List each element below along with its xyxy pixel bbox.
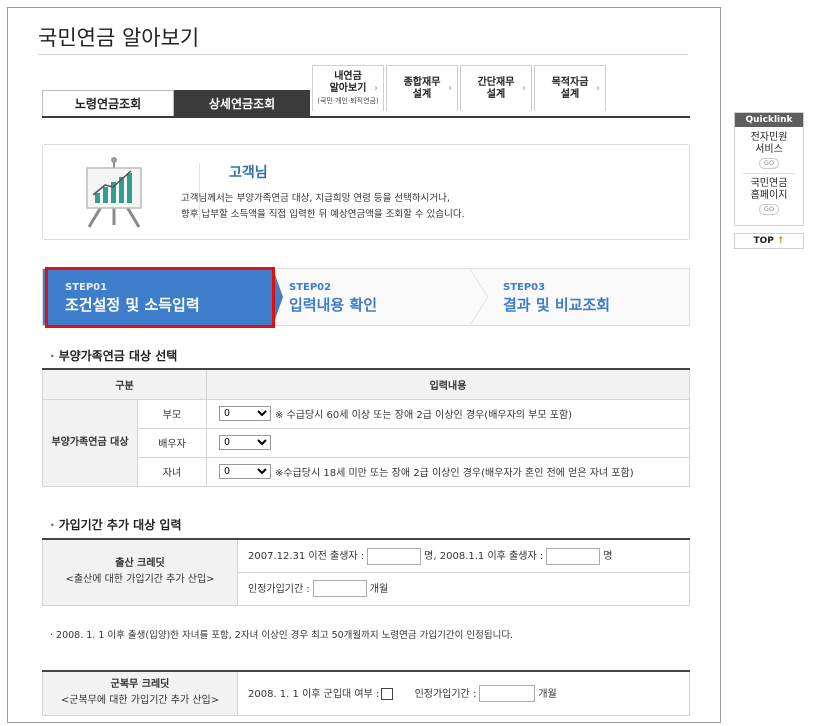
highlight-box: [45, 267, 275, 328]
tab-sub-label: (국민·개인·퇴직연금): [317, 96, 379, 105]
birth-period-label: 인정가입기간 :: [248, 583, 310, 595]
birth-before-label: 2007.12.31 이전 출생자 :: [248, 551, 365, 562]
birth-credit-subtitle: <출산에 대한 가입기간 추가 산입>: [65, 574, 215, 586]
birth-after-unit: 명: [603, 551, 613, 562]
head-input: 입력내용: [206, 368, 690, 400]
top-button[interactable]: TOP ↑: [734, 233, 804, 249]
main-frame: 국민연금 알아보기 노령연금조회 상세연금조회 내연금 알아보기 (국민·개인·…: [7, 7, 721, 723]
row-parents: 0 ※ 수급당시 60세 이상 또는 장애 2급 이상인 경우(배우자의 부모 포…: [206, 398, 690, 429]
birth-credit-title: 출산 크레딧: [115, 558, 165, 570]
chevron-right-icon: ›: [448, 83, 452, 94]
birth-after-input[interactable]: [546, 547, 601, 565]
birth-period-input[interactable]: [312, 580, 367, 598]
military-period-unit: 개월: [538, 688, 557, 700]
tab-total-finance[interactable]: 종합재무 설계 ›: [386, 65, 458, 111]
section-title-credits: · 가입기간 추가 대상 입력: [50, 518, 182, 532]
tab-purpose-fund[interactable]: 목적자금 설계 ›: [534, 65, 606, 111]
birth-before-input[interactable]: [367, 547, 422, 565]
info-title: 고객님: [229, 165, 268, 181]
birth-period-unit: 개월: [369, 583, 389, 595]
tab-my-pension[interactable]: 내연금 알아보기 (국민·개인·퇴직연금) ›: [312, 65, 384, 111]
military-credit-table: 군복무 크레딧 <군복무에 대한 가입기간 추가 산입> 2008. 1. 1 …: [42, 670, 690, 716]
quicklink-e-civil[interactable]: 전자민원 서비스 GO: [735, 132, 803, 169]
military-period-label: 인정가입기간 :: [414, 688, 477, 700]
birth-credit-table: 출산 크레딧 <출산에 대한 가입기간 추가 산입> 2007.12.31 이전…: [42, 538, 690, 606]
tab-label-line2: 설계: [486, 88, 506, 100]
section-title-dependents: · 부양가족연금 대상 선택: [50, 349, 178, 363]
birth-count-row: 2007.12.31 이전 출생자 : 명, 2008.1.1 이후 출생자 : 명: [237, 538, 690, 573]
birth-after-label: 2008.1.1 이후 출생자 :: [439, 551, 544, 562]
page-title: 국민연금 알아보기: [38, 26, 200, 50]
spouse-select[interactable]: 0: [219, 435, 271, 450]
step-3-number: STEP03: [503, 282, 546, 293]
military-credit-category: 군복무 크레딧 <군복무에 대한 가입기간 추가 산입>: [42, 670, 238, 716]
tab-detail-pension[interactable]: 상세연금조회: [174, 90, 310, 116]
quicklink-separator: [743, 173, 795, 174]
dependents-category: 부양가족연금 대상: [42, 398, 138, 487]
children-note: ※수급당시 18세 미만 또는 장애 2급 이상인 경우(배우자가 혼인 전에 …: [275, 468, 634, 479]
chevron-right-icon: ›: [596, 83, 600, 94]
row-label-parents: 부모: [137, 398, 207, 429]
chevron-right-icon: ›: [522, 83, 526, 94]
military-row: 2008. 1. 1 이후 군입대 여부 : 인정가입기간 : 개월: [237, 670, 690, 716]
info-line-1: 고객님께서는 부양가족연금 대상, 지급희망 연령 등을 선택하시거나,: [181, 193, 450, 204]
birth-before-unit: 명,: [424, 551, 437, 562]
title-divider: [38, 54, 688, 55]
birth-period-row: 인정가입기간 : 개월: [237, 571, 690, 606]
go-button[interactable]: GO: [758, 204, 780, 215]
birth-credit-category: 출산 크레딧 <출산에 대한 가입기간 추가 산입>: [42, 538, 238, 606]
children-select[interactable]: 0: [219, 464, 271, 479]
step-2-name: 입력내용 확인: [289, 296, 378, 314]
row-label-spouse: 배우자: [137, 427, 207, 458]
tab-simple-finance[interactable]: 간단재무 설계 ›: [460, 65, 532, 111]
military-period-input[interactable]: [479, 685, 536, 702]
tab-label-line2: 설계: [412, 88, 432, 100]
go-button[interactable]: GO: [758, 158, 780, 169]
tab-label-line2: 설계: [560, 88, 580, 100]
step-3-name: 결과 및 비교조회: [503, 296, 611, 314]
chevron-right-icon: ›: [374, 83, 378, 94]
tab-label-line1: 내연금: [334, 70, 362, 82]
quicklink-homepage[interactable]: 국민연금 홈페이지 GO: [735, 178, 803, 215]
tab-label-line1: 간단재무: [477, 76, 515, 88]
military-enlist-label: 2008. 1. 1 이후 군입대 여부 :: [248, 688, 380, 700]
info-line-2: 향후 납부할 소득액을 직접 입력한 뒤 예상연금액을 조회할 수 있습니다.: [181, 209, 465, 220]
row-label-children: 자녀: [137, 456, 207, 487]
info-box: 고객님 고객님께서는 부양가족연금 대상, 지급희망 연령 등을 선택하시거나,…: [42, 144, 690, 240]
tab-underline: [42, 116, 690, 118]
tab-basic-pension[interactable]: 노령연금조회: [42, 90, 174, 116]
tab-label-line1: 목적자금: [551, 76, 589, 88]
row-children: 0 ※수급당시 18세 미만 또는 장애 2급 이상인 경우(배우자가 혼인 전에…: [206, 456, 690, 487]
tab-label-line1: 종합재무: [403, 76, 441, 88]
head-category: 구분: [42, 368, 207, 400]
arrow-up-icon: ↑: [776, 236, 785, 246]
dependents-table: 구분 입력내용 부양가족연금 대상 부모 0 ※ 수급당시 60세 이상 또는 장…: [42, 368, 690, 487]
military-enlist-checkbox[interactable]: [381, 687, 394, 700]
birth-credit-footnote: · 2008. 1. 1 이후 출생(입양)한 자녀를 포함, 2자녀 이상인 …: [50, 630, 514, 641]
military-credit-title: 군복무 크레딧: [110, 679, 170, 691]
military-credit-subtitle: <군복무에 대한 가입기간 추가 산입>: [60, 695, 220, 707]
info-text: 고객님께서는 부양가족연금 대상, 지급희망 연령 등을 선택하시거나, 향후 …: [181, 191, 465, 223]
step-2-number: STEP02: [289, 282, 332, 293]
quicklink-header: Quicklink: [735, 113, 803, 127]
step-separator-icon: [469, 269, 489, 325]
quicklink-panel: Quicklink 전자민원 서비스 GO 국민연금 홈페이지 GO: [734, 112, 804, 226]
presentation-chart-icon: [86, 157, 142, 228]
row-spouse: 0: [206, 427, 690, 458]
tab-label-line2: 알아보기: [329, 82, 367, 94]
parents-select[interactable]: 0: [219, 406, 271, 421]
parents-note: ※ 수급당시 60세 이상 또는 장애 2급 이상인 경우(배우자의 부모 포함…: [275, 410, 573, 421]
